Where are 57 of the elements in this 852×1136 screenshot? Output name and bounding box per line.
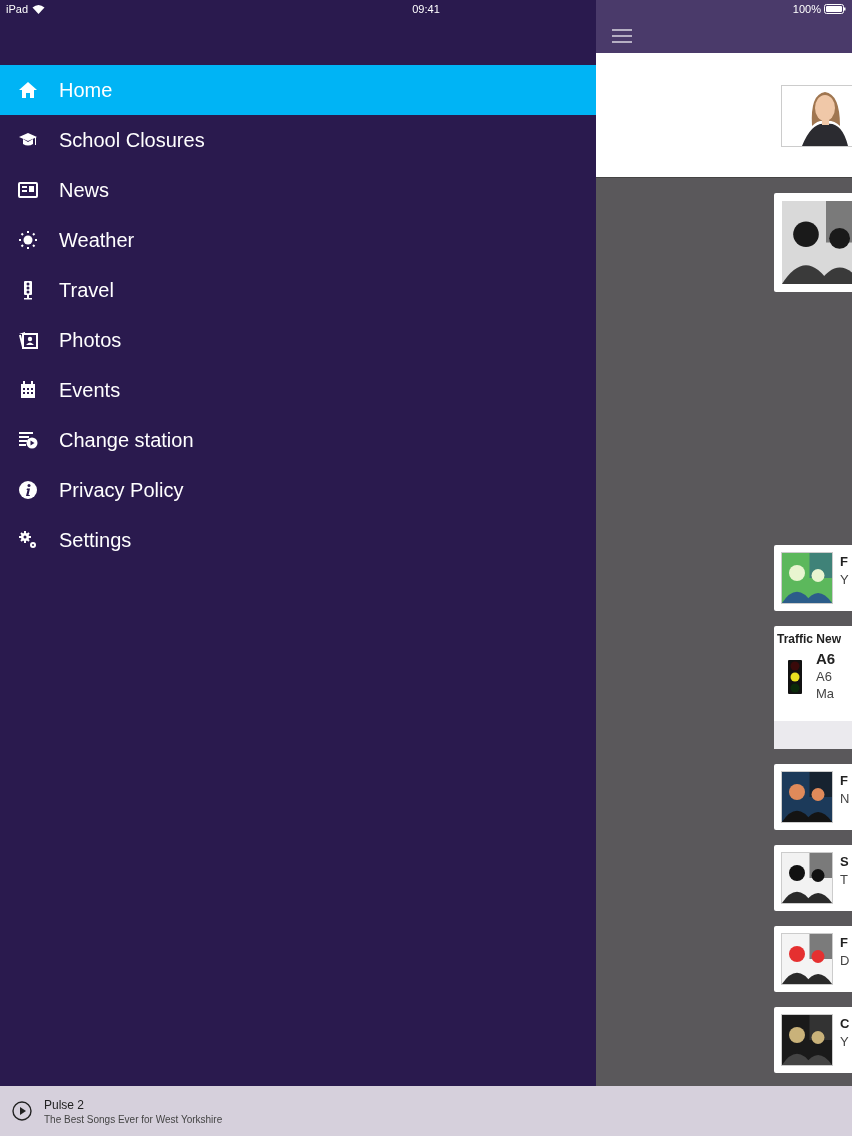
track-title: F bbox=[840, 554, 849, 569]
carrier-label: iPad bbox=[6, 3, 29, 15]
calendar-icon bbox=[18, 380, 38, 400]
home-icon bbox=[18, 80, 38, 100]
newspaper-icon bbox=[18, 180, 38, 200]
menu-label: Settings bbox=[59, 528, 132, 552]
card-title: Traffic New bbox=[776, 631, 842, 646]
menu-item[interactable]: Privacy Policy bbox=[0, 465, 596, 515]
traffic-text: A6 bbox=[816, 669, 833, 684]
menu-item[interactable]: School Closures bbox=[0, 115, 596, 165]
gears-icon bbox=[18, 530, 38, 550]
track-title: F bbox=[840, 773, 849, 788]
traffic-text: Ma bbox=[816, 686, 836, 701]
track-card[interactable]: F D bbox=[774, 926, 852, 992]
station-tagline: The Best Songs Ever for West Yorkshire bbox=[44, 1113, 223, 1125]
track-card[interactable]: S T bbox=[774, 845, 852, 911]
menu-item[interactable]: Events bbox=[0, 365, 596, 415]
menu-label: Photos bbox=[59, 328, 122, 352]
photos-icon bbox=[18, 330, 38, 350]
play-button[interactable] bbox=[12, 1101, 32, 1121]
menu-item[interactable]: Weather bbox=[0, 215, 596, 265]
menu-item[interactable]: News bbox=[0, 165, 596, 215]
track-card[interactable]: F N bbox=[774, 764, 852, 830]
menu-item[interactable]: Change station bbox=[0, 415, 596, 465]
info-icon bbox=[18, 480, 38, 500]
battery-percent: 100% bbox=[792, 3, 821, 15]
menu-item[interactable]: Settings bbox=[0, 515, 596, 565]
track-artist: Y bbox=[840, 572, 849, 587]
menu-label: News bbox=[59, 178, 109, 202]
traffic-light-icon bbox=[788, 660, 802, 694]
station-name: Pulse 2 bbox=[44, 1097, 86, 1112]
menu-item[interactable]: Photos bbox=[0, 315, 596, 365]
menu-label: Home bbox=[59, 78, 113, 102]
track-card[interactable]: C Y bbox=[774, 1007, 852, 1073]
sun-icon bbox=[18, 230, 38, 250]
traffic-card[interactable]: Traffic New A6 A6 Ma bbox=[774, 626, 852, 749]
menu-item[interactable]: Travel bbox=[0, 265, 596, 315]
clock: 09:41 bbox=[412, 3, 440, 15]
menu-button[interactable] bbox=[612, 28, 632, 43]
menu-label: Travel bbox=[59, 278, 114, 302]
track-artist: D bbox=[840, 953, 850, 968]
track-artist: T bbox=[840, 872, 849, 887]
menu-label: Weather bbox=[59, 228, 135, 252]
menu-label: Privacy Policy bbox=[59, 478, 184, 502]
wifi-icon bbox=[32, 4, 46, 14]
track-artist: N bbox=[840, 791, 850, 806]
menu-label: Events bbox=[59, 378, 121, 402]
road-name: A6 bbox=[816, 650, 836, 667]
battery-icon bbox=[824, 4, 846, 14]
menu-label: School Closures bbox=[59, 128, 205, 152]
track-title: C bbox=[840, 1016, 850, 1031]
menu-label: Change station bbox=[59, 428, 194, 452]
playlist-icon bbox=[18, 430, 38, 450]
track-title: F bbox=[840, 935, 849, 950]
track-card[interactable]: F Y bbox=[774, 545, 852, 611]
track-artist: Y bbox=[840, 1034, 850, 1049]
track-title: S bbox=[840, 854, 849, 869]
